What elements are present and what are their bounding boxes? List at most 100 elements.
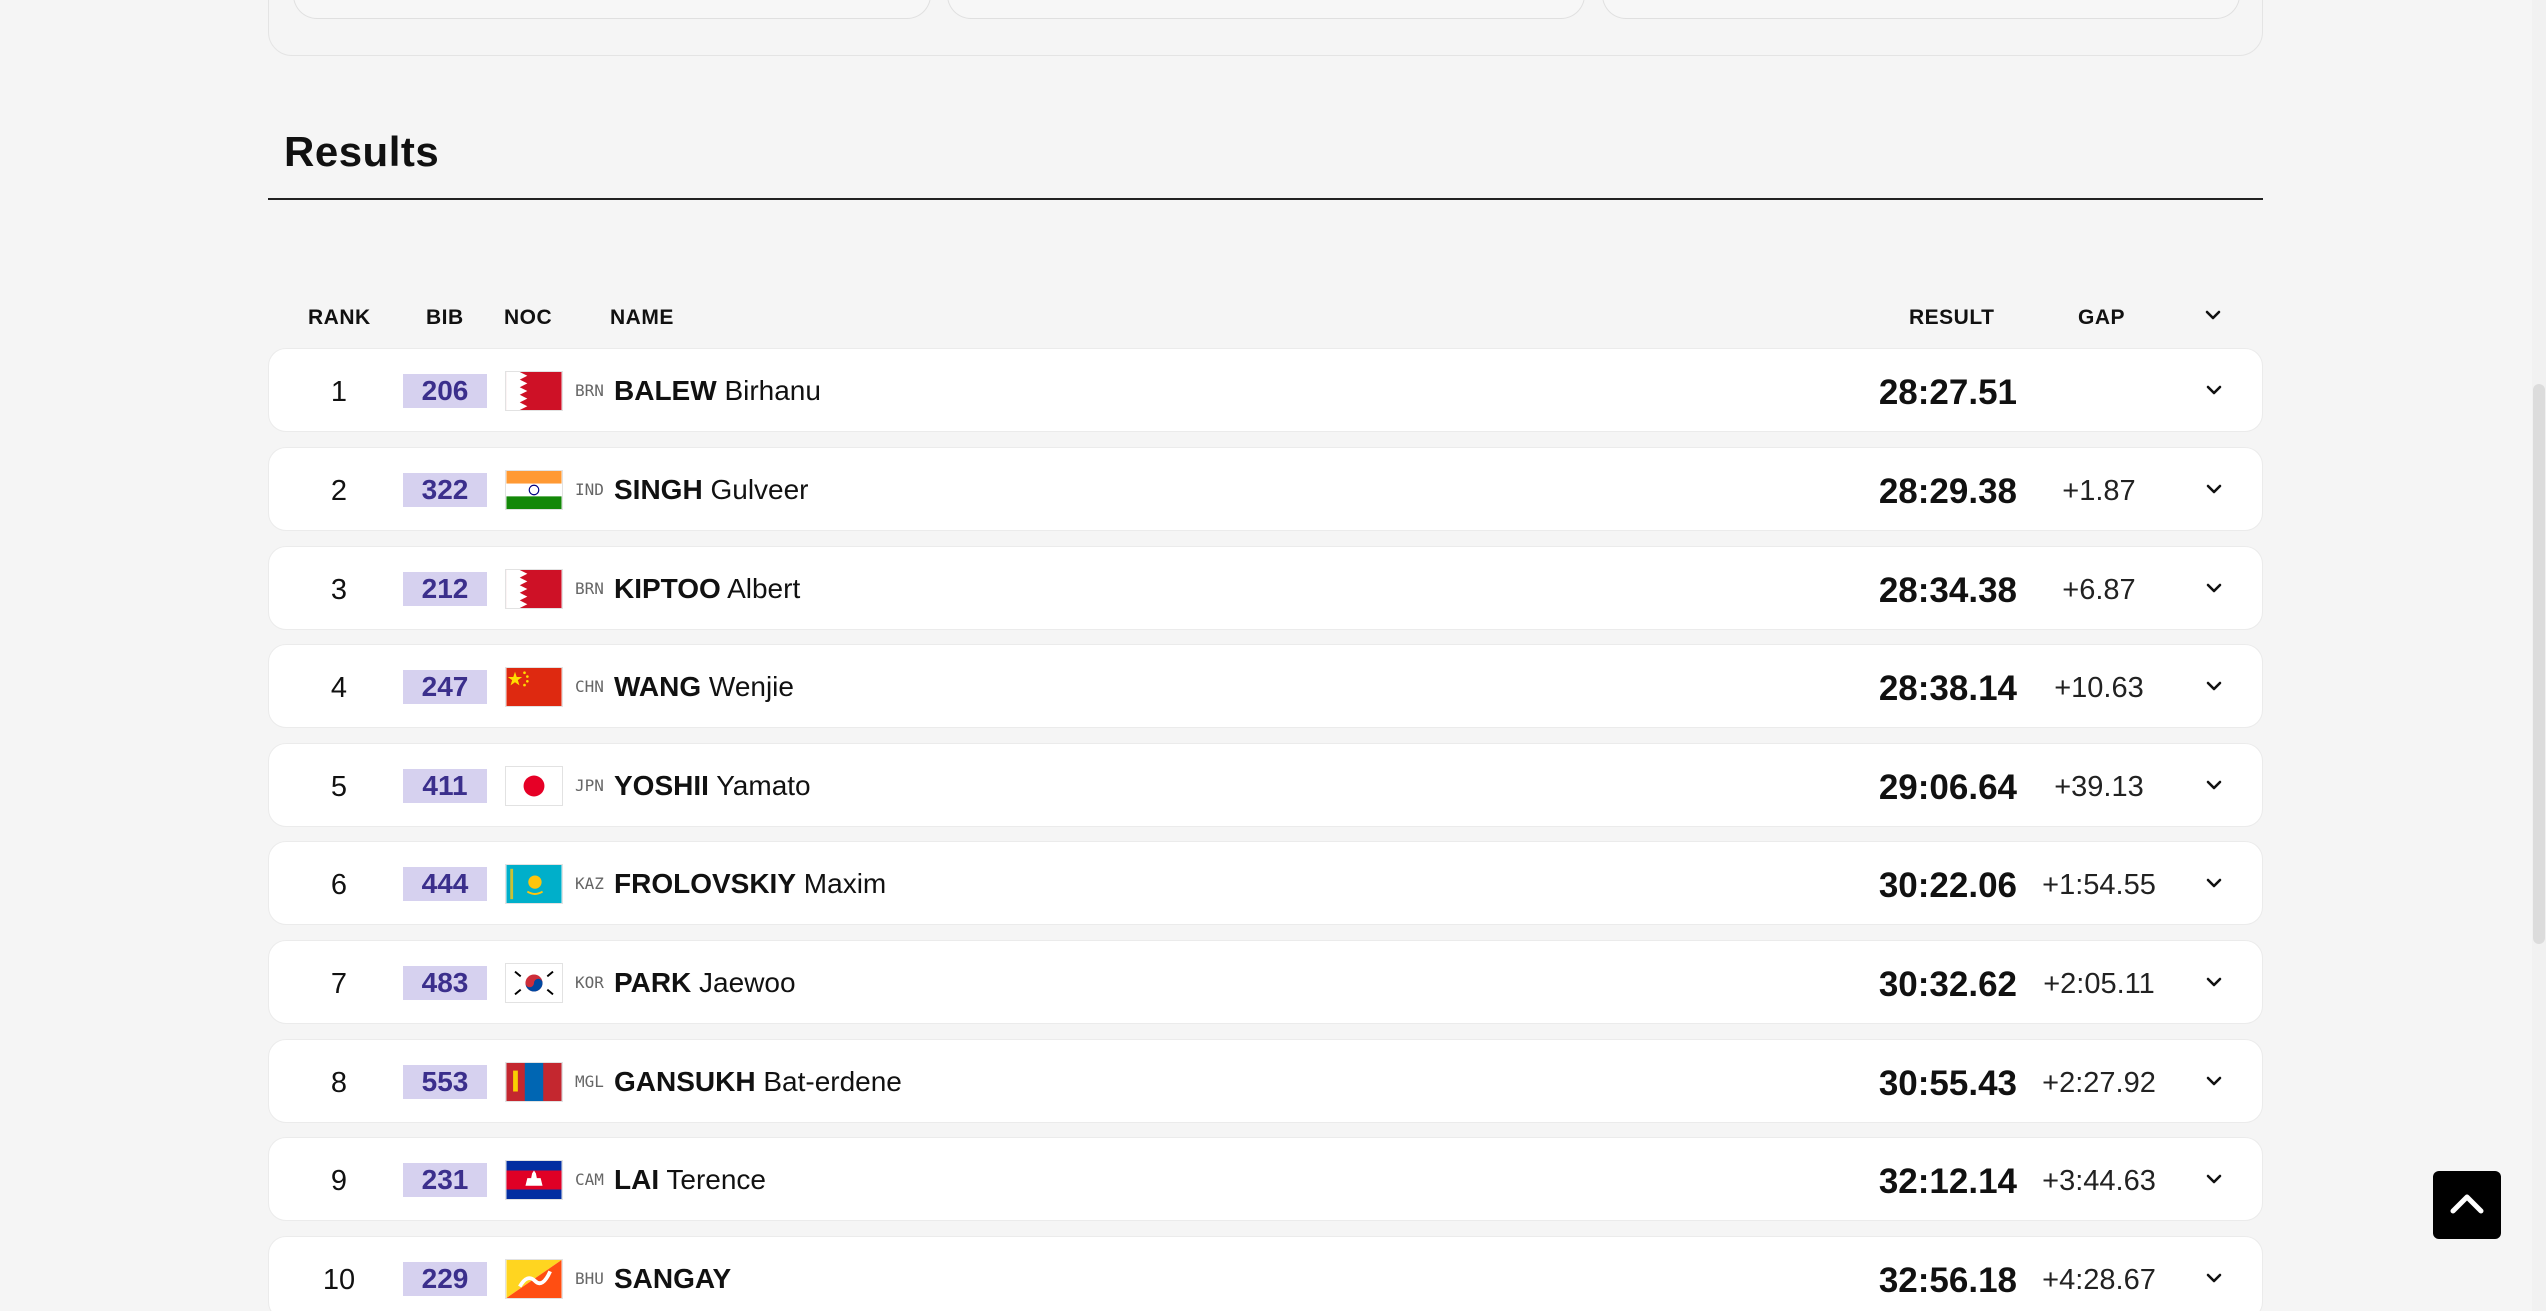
result-time: 30:22.06 xyxy=(1878,866,2017,905)
expand-row-chevron-down-icon[interactable] xyxy=(2203,774,2225,796)
result-time: 28:34.38 xyxy=(1878,571,2017,610)
bib-badge: 322 xyxy=(403,473,487,507)
header-gap: GAP xyxy=(2078,306,2126,329)
noc-code: BRN xyxy=(575,579,604,598)
table-row[interactable]: 7 483 KOR PARK Jaewoo 30:32.62 +2:05.11 xyxy=(268,940,2263,1024)
gap-value: +2:27.92 xyxy=(2042,1067,2156,1099)
flag-jpn-icon xyxy=(505,766,563,806)
noc-code: MGL xyxy=(575,1072,604,1091)
noc-code: IND xyxy=(575,480,604,499)
gap-value: +4:28.67 xyxy=(2042,1264,2156,1296)
athlete-surname: SINGH xyxy=(614,474,703,505)
athlete-given-name: Yamato xyxy=(716,770,811,801)
athlete-given-name: Birhanu xyxy=(724,375,821,406)
athlete-surname: FROLOVSKIY xyxy=(614,868,797,899)
results-title: Results xyxy=(284,128,440,175)
rank-cell: 6 xyxy=(330,869,348,901)
expand-row-chevron-down-icon[interactable] xyxy=(2203,872,2225,894)
scroll-to-top-button[interactable] xyxy=(2433,1171,2501,1239)
rank-cell: 7 xyxy=(330,968,348,1000)
result-time: 32:12.14 xyxy=(1878,1162,2017,1201)
rank-cell: 3 xyxy=(330,574,348,606)
result-time: 32:56.18 xyxy=(1878,1261,2017,1300)
flag-brn-icon xyxy=(505,371,563,411)
table-row[interactable]: 10 229 BHU SANGAY 32:56.18 +4:28.67 xyxy=(268,1236,2263,1311)
athlete-surname: BALEW xyxy=(614,375,717,406)
result-time: 28:38.14 xyxy=(1878,669,2017,708)
flag-cam-icon xyxy=(505,1160,563,1200)
athlete-name[interactable]: PARK Jaewoo xyxy=(614,967,796,999)
noc-code: JPN xyxy=(575,776,604,795)
bib-badge: 553 xyxy=(403,1065,487,1099)
bib-badge: 247 xyxy=(403,670,487,704)
table-row[interactable]: 8 553 MGL GANSUKH Bat-erdene 30:55.43 +2… xyxy=(268,1039,2263,1123)
athlete-name[interactable]: WANG Wenjie xyxy=(614,671,794,703)
athlete-name[interactable]: SANGAY xyxy=(614,1263,731,1295)
athlete-surname: PARK xyxy=(614,967,692,998)
athlete-name[interactable]: LAI Terence xyxy=(614,1164,766,1196)
card-box-2 xyxy=(947,0,1585,19)
header-bib: BIB xyxy=(426,306,464,329)
athlete-name[interactable]: KIPTOO Albert xyxy=(614,573,800,605)
expand-row-chevron-down-icon[interactable] xyxy=(2203,971,2225,993)
rank-cell: 4 xyxy=(330,672,348,704)
expand-row-chevron-down-icon[interactable] xyxy=(2203,1168,2225,1190)
gap-value: +39.13 xyxy=(2054,771,2144,803)
bib-badge: 212 xyxy=(403,572,487,606)
noc-code: BHU xyxy=(575,1269,604,1288)
table-row[interactable]: 4 247 CHN WANG Wenjie 28:38.14 +10.63 xyxy=(268,644,2263,728)
expand-row-chevron-down-icon[interactable] xyxy=(2203,379,2225,401)
bib-badge: 411 xyxy=(403,769,487,803)
table-row[interactable]: 9 231 CAM LAI Terence 32:12.14 +3:44.63 xyxy=(268,1137,2263,1221)
expand-row-chevron-down-icon[interactable] xyxy=(2203,1070,2225,1092)
gap-value: +1.87 xyxy=(2062,475,2136,507)
athlete-given-name: Maxim xyxy=(803,868,887,899)
athlete-surname: WANG xyxy=(614,671,702,702)
athlete-name[interactable]: FROLOVSKIY Maxim xyxy=(614,868,886,900)
gap-value: +3:44.63 xyxy=(2042,1165,2156,1197)
noc-code: BRN xyxy=(575,381,604,400)
scrollbar-thumb[interactable] xyxy=(2533,384,2545,944)
athlete-name[interactable]: BALEW Birhanu xyxy=(614,375,821,407)
flag-ind-icon xyxy=(505,470,563,510)
expand-all-chevron-down-icon[interactable] xyxy=(2202,304,2224,326)
table-row[interactable]: 6 444 KAZ FROLOVSKIY Maxim 30:22.06 +1:5… xyxy=(268,841,2263,925)
previous-section-card xyxy=(268,0,2263,56)
table-row[interactable]: 1 206 BRN BALEW Birhanu 28:27.51 xyxy=(268,348,2263,432)
flag-mgl-icon xyxy=(505,1062,563,1102)
rank-cell: 2 xyxy=(330,475,348,507)
card-box-3 xyxy=(1602,0,2240,19)
athlete-surname: YOSHII xyxy=(614,770,709,801)
bib-badge: 229 xyxy=(403,1262,487,1296)
expand-row-chevron-down-icon[interactable] xyxy=(2203,577,2225,599)
expand-row-chevron-down-icon[interactable] xyxy=(2203,1267,2225,1289)
table-row[interactable]: 2 322 IND SINGH Gulveer 28:29.38 +1.87 xyxy=(268,447,2263,531)
rank-cell: 10 xyxy=(322,1264,356,1296)
athlete-name[interactable]: YOSHII Yamato xyxy=(614,770,811,802)
athlete-given-name: Wenjie xyxy=(708,671,794,702)
flag-bhu-icon xyxy=(505,1259,563,1299)
result-time: 28:29.38 xyxy=(1878,472,2017,511)
table-row[interactable]: 5 411 JPN YOSHII Yamato 29:06.64 +39.13 xyxy=(268,743,2263,827)
athlete-surname: GANSUKH xyxy=(614,1066,756,1097)
athlete-name[interactable]: SINGH Gulveer xyxy=(614,474,809,506)
flag-kaz-icon xyxy=(505,864,563,904)
bib-badge: 444 xyxy=(403,867,487,901)
result-time: 30:32.62 xyxy=(1878,965,2017,1004)
header-noc: NOC xyxy=(504,306,553,329)
bib-badge: 206 xyxy=(403,374,487,408)
noc-code: CHN xyxy=(575,677,604,696)
athlete-given-name: Jaewoo xyxy=(699,967,796,998)
flag-chn-icon xyxy=(505,667,563,707)
athlete-name[interactable]: GANSUKH Bat-erdene xyxy=(614,1066,902,1098)
athlete-given-name: Gulveer xyxy=(710,474,809,505)
results-table-header: RANK BIB NOC NAME RESULT GAP xyxy=(268,300,2263,334)
noc-code: KOR xyxy=(575,973,604,992)
gap-value: +2:05.11 xyxy=(2043,968,2155,1000)
table-row[interactable]: 3 212 BRN KIPTOO Albert 28:34.38 +6.87 xyxy=(268,546,2263,630)
athlete-given-name: Albert xyxy=(727,573,801,604)
noc-code: KAZ xyxy=(575,874,604,893)
bib-badge: 231 xyxy=(403,1163,487,1197)
expand-row-chevron-down-icon[interactable] xyxy=(2203,675,2225,697)
expand-row-chevron-down-icon[interactable] xyxy=(2203,478,2225,500)
